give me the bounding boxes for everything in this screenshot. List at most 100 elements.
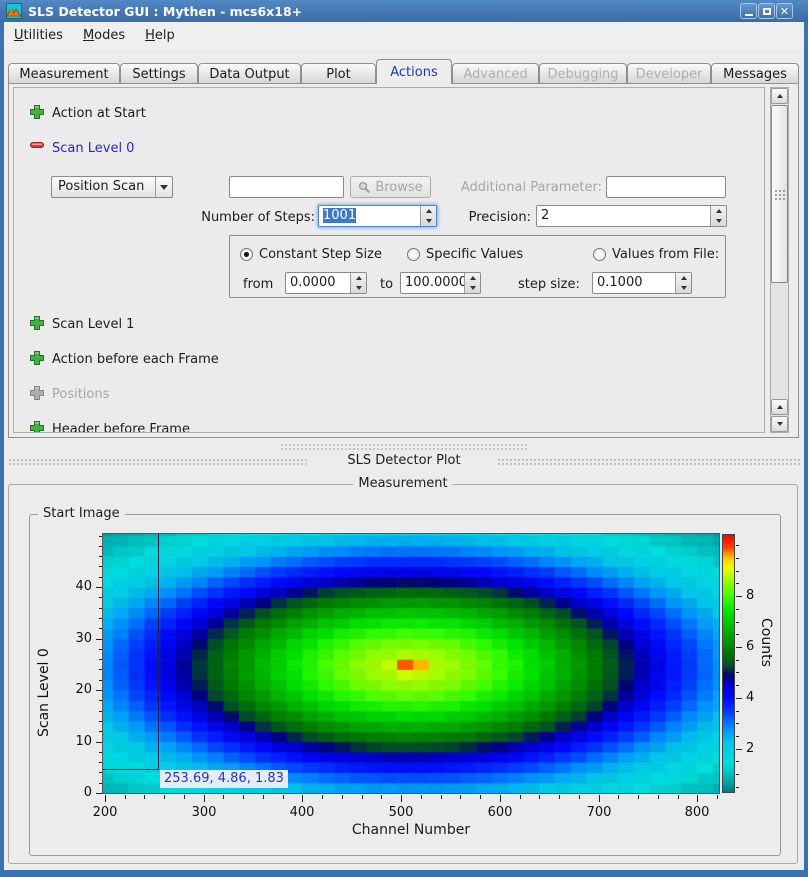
splitter-handle[interactable] [280, 443, 528, 450]
expand-plus-icon[interactable] [29, 420, 45, 433]
menu-help[interactable]: Help [135, 24, 185, 47]
cursor-readout: 253.69, 4.86, 1.83 [160, 770, 288, 788]
y-minor-tick [99, 783, 102, 784]
heatmap-canvas[interactable] [103, 534, 719, 793]
z-minor-tick [736, 634, 739, 635]
thumb-grip-icon [774, 189, 786, 200]
y-minor-tick [99, 762, 102, 763]
collapse-minus-icon[interactable] [29, 137, 45, 153]
additional-parameter-label: Additional Parameter: [454, 180, 602, 195]
menu-utilities[interactable]: Utilities [4, 24, 73, 47]
expand-plus-icon[interactable] [29, 104, 45, 120]
x-minor-tick [125, 795, 126, 799]
browse-button[interactable]: Browse [350, 176, 431, 198]
tab-messages[interactable]: Messages [711, 63, 799, 84]
radio-off-icon[interactable] [593, 248, 606, 261]
vertical-scrollbar[interactable] [770, 87, 789, 433]
z-major-tick [736, 596, 742, 597]
spin-down-icon [426, 219, 432, 223]
tab-actions[interactable]: Actions [376, 59, 452, 84]
x-major-tick [500, 795, 501, 802]
z-tick-label: 6 [746, 639, 754, 654]
menu-modes[interactable]: Modes [73, 24, 135, 47]
header-before-frame-label[interactable]: Header before Frame [52, 422, 190, 433]
x-minor-tick [559, 795, 560, 799]
tab-plot[interactable]: Plot [301, 63, 376, 84]
spin-up-icon [716, 209, 722, 213]
number-of-steps-spinbox[interactable]: 1001 [318, 205, 437, 227]
to-spinbox[interactable]: 100.0000 [400, 272, 481, 294]
scan-level-1-label[interactable]: Scan Level 1 [52, 317, 134, 332]
minimize-button[interactable] [740, 3, 757, 19]
scroll-down-button[interactable] [771, 416, 788, 432]
spin-buttons[interactable] [675, 273, 691, 293]
scroll-up-button[interactable] [771, 88, 788, 104]
from-spinbox[interactable]: 0.0000 [285, 272, 367, 294]
tab-data-output[interactable]: Data Output [198, 63, 301, 84]
scan-level-0-label[interactable]: Scan Level 0 [52, 141, 134, 156]
scan-file-input[interactable] [229, 176, 344, 198]
scroll-up-button-bottom[interactable] [771, 399, 788, 415]
spin-buttons[interactable] [420, 206, 436, 226]
y-minor-tick [99, 731, 102, 732]
app-icon [6, 3, 22, 19]
actions-tab-pane: Action at Start Scan Level 0 Position Sc… [8, 83, 799, 438]
z-minor-tick [736, 660, 739, 661]
spin-buttons[interactable] [350, 273, 366, 293]
y-tick-label: 10 [64, 734, 92, 749]
tab-developer[interactable]: Developer [627, 63, 711, 84]
z-minor-tick [736, 736, 739, 737]
radio-off-icon[interactable] [407, 248, 420, 261]
expand-plus-icon[interactable] [29, 350, 45, 366]
maximize-icon [763, 8, 771, 15]
arrow-up-icon [777, 405, 783, 409]
scrollbar-thumb[interactable] [771, 105, 788, 283]
scan-mode-combobox[interactable]: Position Scan [51, 176, 173, 198]
tab-advanced[interactable]: Advanced [452, 63, 539, 84]
y-tick-label: 40 [64, 579, 92, 594]
additional-parameter-input[interactable] [606, 176, 726, 198]
radio-on-icon[interactable] [240, 248, 253, 261]
x-minor-tick [322, 795, 323, 799]
from-label: from [243, 277, 273, 292]
x-major-tick [204, 795, 205, 802]
z-minor-tick [736, 583, 739, 584]
expand-plus-icon[interactable] [29, 315, 45, 331]
y-minor-tick [99, 752, 102, 753]
x-minor-tick [362, 795, 363, 799]
spin-buttons[interactable] [464, 273, 480, 293]
x-minor-tick [717, 795, 718, 799]
spin-up-icon [470, 276, 476, 280]
precision-spinbox[interactable]: 2 [536, 205, 727, 227]
x-minor-tick [579, 795, 580, 799]
step-size-spinbox[interactable]: 0.1000 [592, 272, 692, 294]
y-minor-tick [99, 618, 102, 619]
action-before-each-frame-label[interactable]: Action before each Frame [52, 352, 219, 367]
close-button[interactable]: ✕ [776, 3, 793, 19]
spin-buttons[interactable] [710, 206, 726, 226]
colorbar-title: Counts [758, 618, 774, 718]
maximize-button[interactable] [758, 3, 775, 19]
x-minor-tick [520, 795, 521, 799]
y-minor-tick [99, 659, 102, 660]
radio-constant-step-size[interactable]: Constant Step Size [240, 247, 382, 262]
close-icon: ✕ [780, 6, 789, 17]
tab-settings[interactable]: Settings [120, 63, 198, 84]
title-bar[interactable]: SLS Detector GUI : Mythen - mcs6x18+ ✕ [0, 0, 808, 22]
chevron-down-icon [160, 185, 168, 190]
precision-label: Precision: [444, 210, 531, 225]
step-size-value: 0.1000 [593, 273, 675, 293]
radio-specific-values[interactable]: Specific Values [407, 247, 523, 262]
start-image-groupbox-title: Start Image [38, 506, 125, 521]
tab-measurement[interactable]: Measurement [8, 63, 120, 84]
precision-value: 2 [537, 206, 710, 226]
x-tick-label: 400 [274, 805, 330, 820]
radio-values-from-file[interactable]: Values from File: [593, 247, 719, 262]
x-minor-tick [381, 795, 382, 799]
y-minor-tick [99, 628, 102, 629]
combo-dropdown-arrow[interactable] [155, 177, 172, 197]
tab-debugging[interactable]: Debugging [539, 63, 627, 84]
to-value: 100.0000 [401, 273, 464, 293]
x-major-tick [599, 795, 600, 802]
action-at-start-label[interactable]: Action at Start [52, 106, 146, 121]
